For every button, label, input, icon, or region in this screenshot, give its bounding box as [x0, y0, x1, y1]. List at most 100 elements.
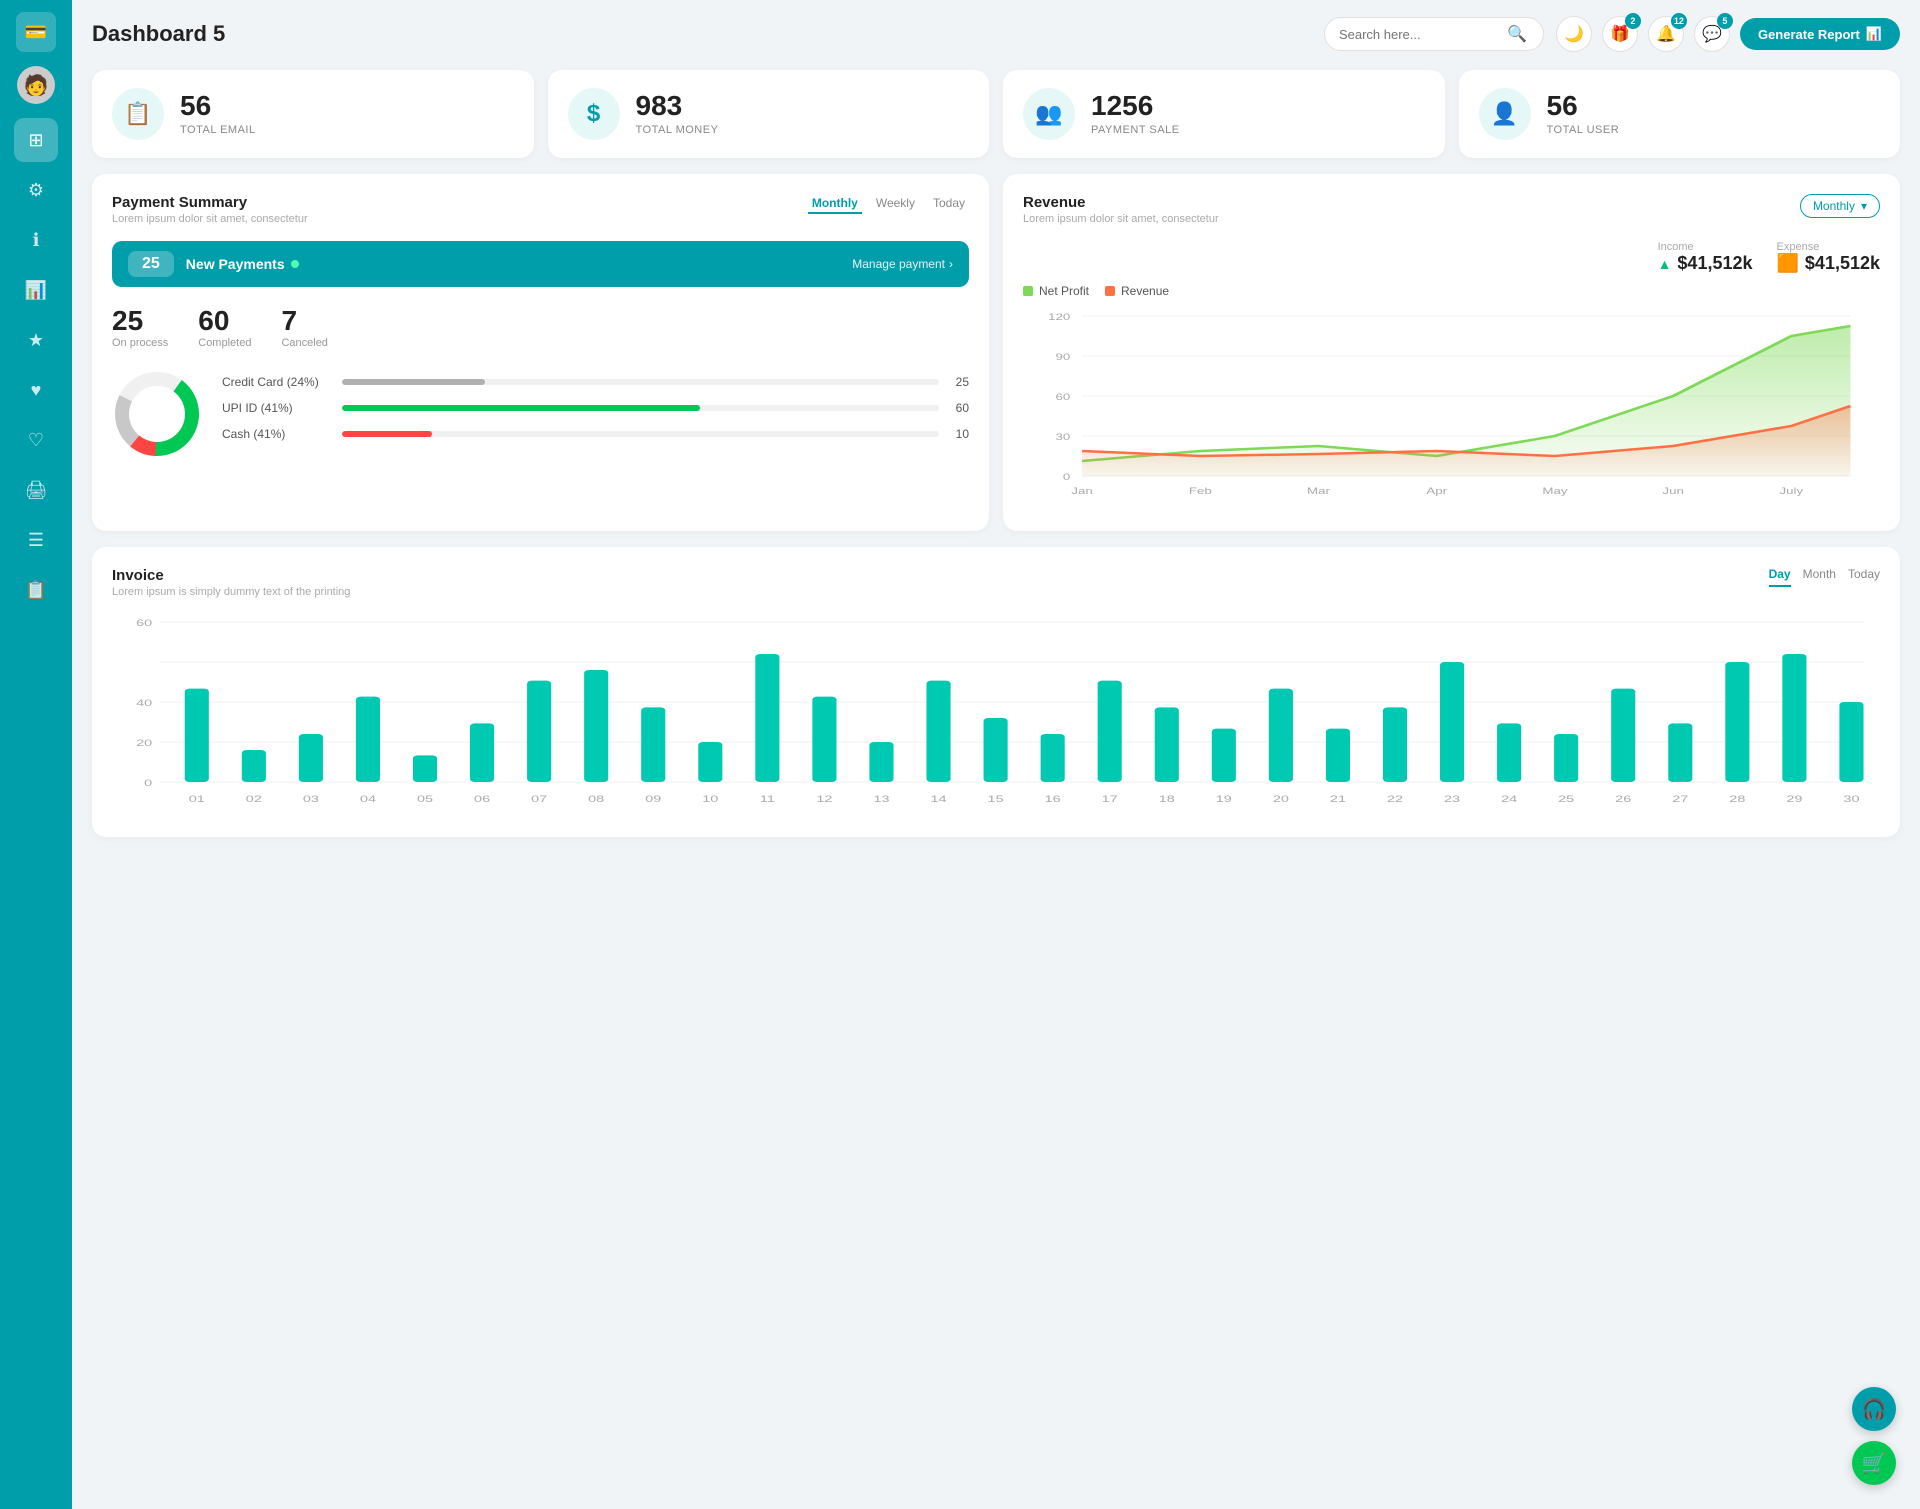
payment-summary-panel: Payment Summary Lorem ipsum dolor sit am… — [92, 174, 989, 531]
method-upi-bar — [342, 405, 700, 411]
income-value: ▲ $41,512k — [1658, 253, 1753, 274]
stats-row: 📋 56 TOTAL EMAIL $ 983 TOTAL MONEY 👥 125… — [92, 70, 1900, 158]
on-process-number: 25 — [112, 305, 168, 337]
sidebar-item-settings[interactable]: ⚙ — [14, 168, 58, 212]
sidebar: 💳 🧑 ⊞ ⚙ ℹ 📊 ★ ♥ ♡ 🖨 ☰ 📋 — [0, 0, 72, 1509]
method-cash: Cash (41%) 10 — [222, 427, 969, 441]
sidebar-item-heart1[interactable]: ♥ — [14, 368, 58, 412]
svg-text:28: 28 — [1729, 794, 1745, 804]
new-payments-count: 25 — [128, 251, 174, 277]
method-credit-label: Credit Card (24%) — [222, 375, 332, 389]
tab-today[interactable]: Today — [929, 194, 969, 214]
svg-text:07: 07 — [531, 794, 547, 804]
new-payments-left: 25 New Payments — [128, 251, 299, 277]
donut-chart — [112, 369, 202, 459]
sidebar-item-doc[interactable]: 📋 — [14, 568, 58, 612]
stat-card-user: 👤 56 TOTAL USER — [1459, 70, 1901, 158]
on-process-label: On process — [112, 337, 168, 349]
search-bar[interactable]: 🔍 — [1324, 17, 1544, 51]
gift-icon-btn[interactable]: 🎁 2 — [1602, 16, 1638, 52]
revenue-monthly-dropdown[interactable]: Monthly ▾ — [1800, 194, 1880, 218]
tab-weekly[interactable]: Weekly — [872, 194, 919, 214]
payment-summary-tabs: Monthly Weekly Today — [808, 194, 969, 214]
svg-text:July: July — [1780, 487, 1804, 497]
method-upi-val: 60 — [949, 401, 969, 415]
stat-user-number: 56 — [1547, 92, 1620, 120]
sidebar-item-list[interactable]: ☰ — [14, 518, 58, 562]
stat-email-icon: 📋 — [112, 88, 164, 140]
moon-icon-btn[interactable]: 🌙 — [1556, 16, 1592, 52]
generate-report-button[interactable]: Generate Report 📊 — [1740, 18, 1900, 50]
method-credit-bar — [342, 379, 485, 385]
bar-30 — [1839, 702, 1863, 782]
sidebar-avatar[interactable]: 🧑 — [17, 66, 55, 104]
invoice-panel: Invoice Lorem ipsum is simply dummy text… — [92, 547, 1900, 837]
canceled-number: 7 — [281, 305, 327, 337]
revenue-panel: Revenue Lorem ipsum dolor sit amet, cons… — [1003, 174, 1900, 531]
svg-text:22: 22 — [1387, 794, 1403, 804]
expense-label: Expense — [1777, 241, 1881, 253]
fab-cart[interactable]: 🛒 — [1852, 1441, 1896, 1485]
svg-text:20: 20 — [136, 738, 152, 748]
bar-07 — [527, 681, 551, 782]
sidebar-item-heart2[interactable]: ♡ — [14, 418, 58, 462]
sidebar-item-star[interactable]: ★ — [14, 318, 58, 362]
svg-text:May: May — [1542, 487, 1567, 497]
bar-24 — [1497, 723, 1521, 782]
stat-money-label: TOTAL MONEY — [636, 124, 719, 136]
sidebar-item-chart[interactable]: 📊 — [14, 268, 58, 312]
invoice-title-block: Invoice Lorem ipsum is simply dummy text… — [112, 567, 350, 598]
invoice-title: Invoice — [112, 567, 350, 584]
method-cash-label: Cash (41%) — [222, 427, 332, 441]
manage-payment-link[interactable]: Manage payment › — [852, 257, 953, 271]
new-payments-label: New Payments — [186, 256, 299, 272]
sidebar-item-info[interactable]: ℹ — [14, 218, 58, 262]
svg-text:29: 29 — [1786, 794, 1802, 804]
svg-text:14: 14 — [931, 794, 947, 804]
method-cash-bar — [342, 431, 432, 437]
bar-03 — [299, 734, 323, 782]
bar-29 — [1782, 654, 1806, 782]
stat-payment-info: 1256 PAYMENT SALE — [1091, 92, 1180, 136]
invoice-header: Invoice Lorem ipsum is simply dummy text… — [112, 567, 1880, 598]
revenue-title: Revenue — [1023, 194, 1219, 211]
svg-text:23: 23 — [1444, 794, 1460, 804]
moon-icon: 🌙 — [1564, 24, 1584, 44]
sidebar-item-dashboard[interactable]: ⊞ — [14, 118, 58, 162]
bell-icon-btn[interactable]: 🔔 12 — [1648, 16, 1684, 52]
stat-user-icon: 👤 — [1479, 88, 1531, 140]
income-block: Income ▲ $41,512k — [1658, 241, 1753, 274]
payment-methods: Credit Card (24%) 25 UPI ID (41%) 60 — [112, 369, 969, 459]
method-credit-val: 25 — [949, 375, 969, 389]
svg-text:03: 03 — [303, 794, 319, 804]
revenue-title-block: Revenue Lorem ipsum dolor sit amet, cons… — [1023, 194, 1219, 225]
sidebar-logo[interactable]: 💳 — [16, 12, 56, 52]
bar-11 — [755, 654, 779, 782]
sidebar-item-printer[interactable]: 🖨 — [14, 468, 58, 512]
bar-04 — [356, 697, 380, 782]
invoice-tab-month[interactable]: Month — [1803, 567, 1836, 587]
svg-text:Mar: Mar — [1307, 487, 1330, 497]
invoice-tab-today[interactable]: Today — [1848, 567, 1880, 587]
tab-monthly[interactable]: Monthly — [808, 194, 862, 214]
bar-01 — [185, 689, 209, 782]
chat-badge: 5 — [1717, 13, 1733, 29]
search-icon: 🔍 — [1507, 24, 1527, 44]
invoice-tab-day[interactable]: Day — [1769, 567, 1791, 587]
chevron-down-icon: ▾ — [1861, 199, 1867, 213]
stat-user-info: 56 TOTAL USER — [1547, 92, 1620, 136]
stat-payment-label: PAYMENT SALE — [1091, 124, 1180, 136]
svg-text:40: 40 — [136, 698, 152, 708]
chat-icon-btn[interactable]: 💬 5 — [1694, 16, 1730, 52]
bar-25 — [1554, 734, 1578, 782]
method-upi-label: UPI ID (41%) — [222, 401, 332, 415]
search-input[interactable] — [1339, 27, 1499, 42]
bar-14 — [926, 681, 950, 782]
bar-09 — [641, 707, 665, 782]
bar-20 — [1269, 689, 1293, 782]
fab-support[interactable]: 🎧 — [1852, 1387, 1896, 1431]
completed-number: 60 — [198, 305, 251, 337]
net-profit-dot — [1023, 286, 1033, 296]
revenue-dot — [1105, 286, 1115, 296]
net-profit-label: Net Profit — [1039, 284, 1089, 298]
